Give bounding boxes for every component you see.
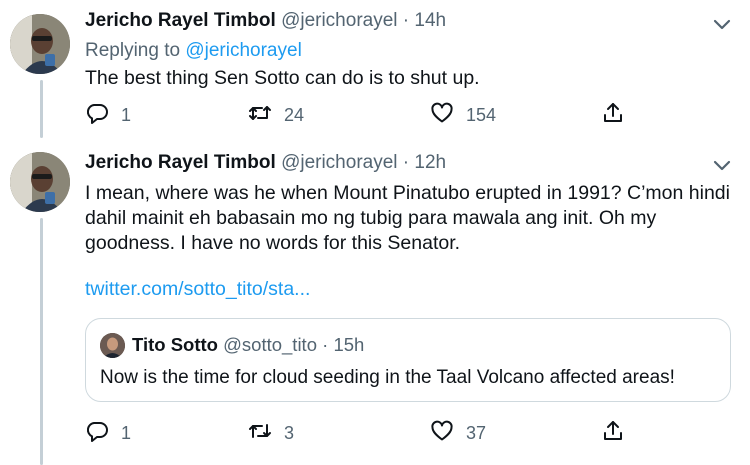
chevron-down-icon[interactable]	[710, 12, 734, 36]
avatar[interactable]	[10, 152, 70, 212]
retweet-button[interactable]: 24	[248, 100, 304, 130]
user-handle[interactable]: @jerichorayel	[281, 152, 397, 173]
user-handle[interactable]: @sotto_tito	[223, 334, 317, 355]
avatar[interactable]	[100, 333, 125, 358]
display-name[interactable]: Jericho Rayel Timbol	[85, 10, 276, 31]
retweet-button[interactable]: 3	[248, 418, 294, 448]
timestamp[interactable]: 14h	[414, 10, 446, 31]
separator-dot: ·	[322, 334, 329, 355]
heart-icon	[430, 419, 454, 448]
tweet-text-line: I mean, where was he when Mount Pinatubo…	[85, 182, 730, 204]
separator-dot: ·	[402, 10, 410, 31]
reply-count: 1	[121, 422, 132, 443]
user-handle[interactable]: @jerichorayel	[281, 10, 397, 31]
reply-button[interactable]: 1	[85, 100, 131, 130]
like-button[interactable]: 37	[430, 418, 486, 448]
tweet-text: I mean, where was he when Mount Pinatubo…	[85, 181, 735, 256]
thread-connector	[40, 218, 43, 465]
display-name[interactable]: Tito Sotto	[132, 334, 218, 355]
speech-bubble-icon	[85, 101, 109, 130]
separator-dot: ·	[402, 152, 410, 173]
speech-bubble-icon	[85, 419, 109, 448]
mention-link[interactable]: @jerichorayel	[185, 40, 301, 61]
retweet-count: 3	[284, 422, 295, 443]
share-upload-icon	[601, 419, 625, 448]
tweet-link[interactable]: twitter.com/sotto_tito/sta...	[85, 278, 310, 301]
tweet-header: Jericho Rayel Timbol @jerichorayel · 14h	[85, 10, 446, 32]
quote-header: Tito Sotto @sotto_tito · 15h	[132, 334, 364, 356]
replying-to: Replying to @jerichorayel	[85, 40, 302, 62]
retweet-arrows-icon	[248, 101, 272, 130]
tweet-text: The best thing Sen Sotto can do is to sh…	[85, 67, 480, 89]
tweet-actions: 1 3 37	[85, 418, 645, 448]
reply-button[interactable]: 1	[85, 418, 131, 448]
avatar[interactable]	[10, 14, 70, 74]
timestamp[interactable]: 15h	[333, 334, 364, 355]
tweet-text-line: goodness. I have no words for this Senat…	[85, 232, 461, 254]
retweet-arrows-icon	[248, 419, 272, 448]
like-count: 154	[466, 104, 497, 125]
replying-prefix: Replying to	[85, 40, 181, 61]
reply-count: 1	[121, 104, 132, 125]
tweet-actions: 1 24 154	[85, 100, 645, 130]
tweet-header: Jericho Rayel Timbol @jerichorayel · 12h	[85, 152, 446, 174]
timestamp[interactable]: 12h	[414, 152, 446, 173]
quote-text: Now is the time for cloud seeding in the…	[100, 367, 675, 388]
quoted-tweet[interactable]: Tito Sotto @sotto_tito · 15h Now is the …	[85, 318, 731, 402]
display-name[interactable]: Jericho Rayel Timbol	[85, 152, 276, 173]
tweet-text-line: dahil mainit eh babasain mo ng tubig par…	[85, 207, 657, 229]
retweet-count: 24	[284, 104, 305, 125]
heart-icon	[430, 101, 454, 130]
thread-connector	[40, 80, 43, 138]
share-upload-icon	[601, 101, 625, 130]
like-count: 37	[466, 422, 487, 443]
share-button[interactable]	[601, 100, 625, 130]
like-button[interactable]: 154	[430, 100, 496, 130]
share-button[interactable]	[601, 418, 625, 448]
chevron-down-icon[interactable]	[710, 153, 734, 177]
